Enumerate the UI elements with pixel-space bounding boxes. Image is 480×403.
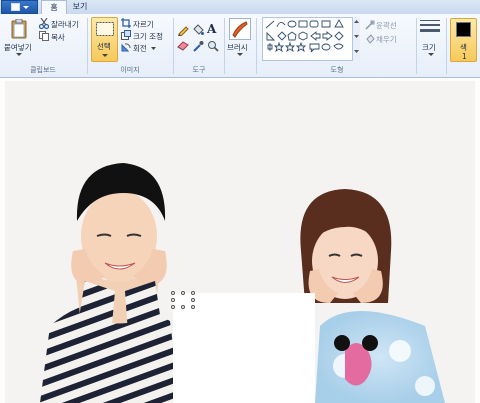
paint-app-menu-button[interactable] — [1, 0, 38, 14]
brushes-button[interactable]: 브러시 — [227, 42, 248, 53]
select-label: 선택 — [97, 42, 111, 51]
fill-bucket-icon[interactable] — [192, 24, 204, 36]
outline-button[interactable]: 윤곽선 — [376, 20, 397, 31]
selection-area[interactable] — [173, 293, 315, 403]
tools-group-label: 도구 — [192, 66, 206, 74]
ribbon-home: 붙여넣기 잘라내기 복사 클립보드 선택 자르기 크기 조정 회전 이미지 A … — [0, 14, 480, 78]
document-icon — [10, 3, 20, 11]
resize-button[interactable]: 크기 조정 — [133, 31, 163, 42]
group-divider — [446, 18, 447, 74]
selection-handle-nw[interactable] — [171, 291, 175, 295]
chevron-down-icon — [22, 5, 29, 9]
selection-handle-se[interactable] — [191, 305, 195, 309]
shapes-gallery-icons — [265, 19, 344, 53]
canvas-area[interactable] — [0, 78, 480, 403]
shapes-gallery[interactable] — [262, 17, 360, 61]
text-icon[interactable]: A — [207, 22, 216, 36]
group-divider — [416, 18, 417, 74]
crop-button[interactable]: 자르기 — [133, 19, 154, 30]
selection-handle-s[interactable] — [181, 305, 185, 309]
group-divider — [224, 18, 225, 74]
shapes-group-label: 도형 — [330, 66, 344, 74]
magnifier-icon[interactable] — [207, 40, 219, 52]
ribbon-tab-bar: 홈 보기 — [0, 0, 480, 15]
tab-home[interactable]: 홈 — [41, 0, 67, 15]
selection-handle-n[interactable] — [181, 291, 185, 295]
scissors-icon — [39, 18, 49, 29]
cut-button[interactable]: 잘라내기 — [51, 19, 79, 30]
chevron-down-icon[interactable] — [151, 47, 156, 50]
rotate-button[interactable]: 회전 — [133, 43, 147, 54]
chevron-down-icon[interactable] — [237, 53, 243, 57]
eraser-icon[interactable] — [177, 41, 189, 51]
selection-handle-sw[interactable] — [171, 305, 175, 309]
brush-icon[interactable] — [229, 18, 251, 40]
scroll-arrows-icon — [354, 20, 359, 53]
shapes-gallery-scrollbar[interactable] — [352, 17, 360, 61]
color-picker-icon[interactable] — [192, 40, 204, 52]
pencil-icon[interactable] — [177, 24, 189, 36]
fill-icon — [366, 34, 375, 44]
selection-handle-e[interactable] — [191, 298, 195, 302]
copy-icon — [39, 31, 49, 41]
color1-swatch — [456, 22, 471, 37]
select-rectangle-icon — [96, 22, 114, 36]
color1-number: 1 — [462, 52, 467, 61]
paste-icon[interactable] — [11, 19, 27, 39]
resize-icon — [121, 30, 131, 40]
size-lines-icon[interactable] — [420, 19, 440, 37]
tab-view[interactable]: 보기 — [68, 0, 92, 14]
crop-icon — [121, 18, 131, 28]
outline-icon — [365, 20, 375, 30]
select-button[interactable]: 선택 — [91, 17, 118, 62]
image-group-label: 이미지 — [120, 66, 140, 74]
chevron-down-icon[interactable] — [16, 53, 22, 57]
rotate-icon — [121, 43, 131, 52]
paste-button[interactable]: 붙여넣기 — [4, 42, 32, 53]
color1-button[interactable]: 색 1 — [450, 18, 477, 62]
chevron-down-icon — [102, 54, 108, 57]
chevron-down-icon[interactable] — [428, 53, 434, 57]
size-button[interactable]: 크기 — [422, 42, 436, 53]
copy-button[interactable]: 복사 — [51, 32, 65, 43]
selection-handle-ne[interactable] — [191, 291, 195, 295]
fill-button[interactable]: 채우기 — [376, 34, 397, 45]
clipboard-group-label: 클립보드 — [30, 66, 56, 74]
selection-handle-w[interactable] — [171, 298, 175, 302]
